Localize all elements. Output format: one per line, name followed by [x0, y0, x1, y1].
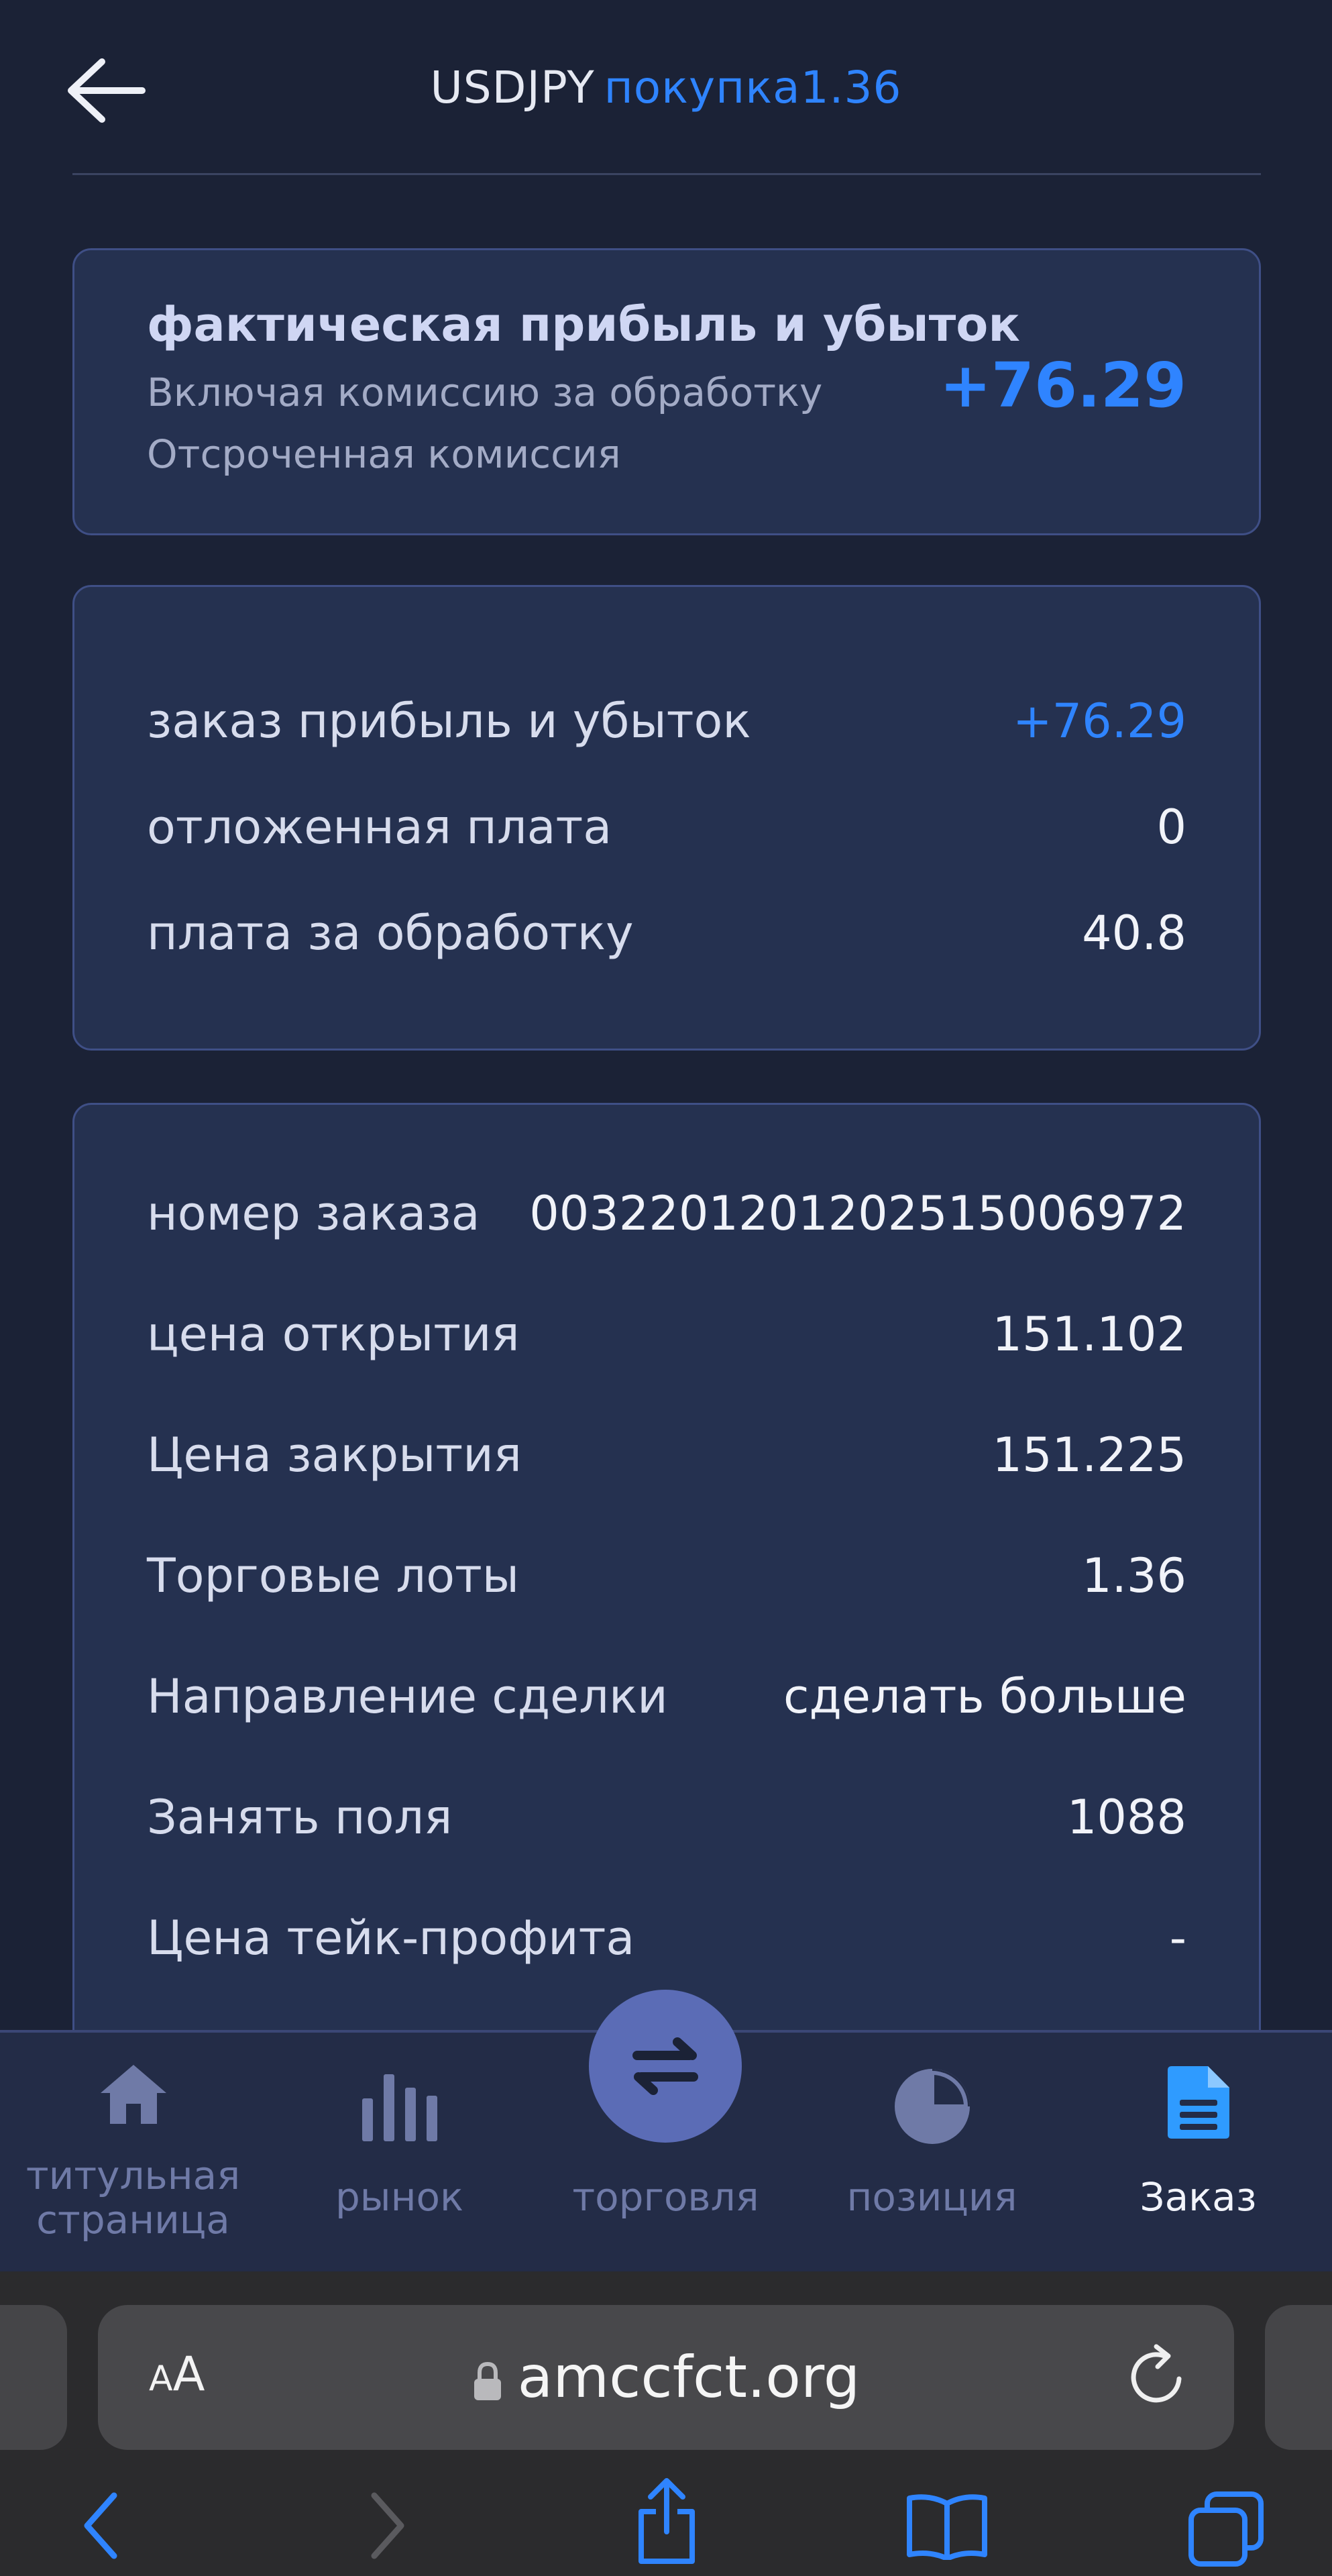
tab-order[interactable]: Заказ	[1065, 2033, 1331, 2274]
processing-fee-row: плата за обработку 40.8	[147, 900, 1186, 967]
take-profit-row: Цена тейк-профита -	[147, 1904, 1186, 1972]
row-value: 0	[1156, 800, 1186, 855]
row-value: 003220120120251500​6972	[529, 1186, 1186, 1241]
row-label: номер заказа	[147, 1186, 480, 1241]
tab-label-order: Заказ	[1140, 2174, 1257, 2220]
browser-nav-row	[0, 2475, 1332, 2576]
document-icon	[1167, 2066, 1229, 2139]
margin-row: Занять поля 1088	[147, 1784, 1186, 1851]
swap-arrows-icon	[632, 2037, 698, 2095]
row-label: Цена тейк-профита	[147, 1911, 635, 1966]
order-pnl-row: заказ прибыль и убыток +76.29	[147, 688, 1186, 755]
page-title: USDJPY покупка1.36	[0, 59, 1332, 117]
header-divider	[72, 173, 1261, 175]
order-details-card: номер заказа 003220120120251500​6972 цен…	[72, 1103, 1261, 2109]
row-label: Направление сделки	[147, 1669, 668, 1724]
pnl-subtitle-deferred: Отсроченная комиссия	[147, 431, 621, 477]
address-bar[interactable]: AA amccfct.org	[98, 2305, 1234, 2450]
row-value: 1088	[1066, 1790, 1186, 1845]
row-label: заказ прибыль и убыток	[147, 694, 751, 749]
fees-card: заказ прибыль и убыток +76.29 отложенная…	[72, 585, 1261, 1051]
lock-icon	[474, 2361, 501, 2400]
previous-tab-preview[interactable]	[0, 2305, 67, 2450]
row-value: 151.225	[992, 1428, 1186, 1483]
trade-direction-row: Направление сделки сделать больше	[147, 1663, 1186, 1730]
tab-market[interactable]: рынок	[266, 2033, 533, 2274]
next-tab-preview[interactable]	[1265, 2305, 1332, 2450]
row-label: плата за обработку	[147, 906, 634, 961]
bar-chart-icon	[362, 2074, 437, 2141]
trade-lots-row: Торговые лоты 1.36	[147, 1542, 1186, 1609]
back-icon[interactable]	[79, 2489, 122, 2563]
deferred-fee-row: отложенная плата 0	[147, 794, 1186, 861]
tab-label-home-1: титульная	[25, 2153, 241, 2198]
url-display[interactable]: amccfct.org	[98, 2344, 1234, 2411]
tab-home[interactable]: титульная страница	[0, 2033, 266, 2274]
trade-direction: покупка	[604, 62, 801, 113]
share-icon[interactable]	[633, 2478, 700, 2565]
order-details-page: USDJPY покупка1.36 фактическая прибыль и …	[0, 0, 1332, 2576]
header: USDJPY покупка1.36	[0, 0, 1332, 176]
row-value: 151.102	[992, 1307, 1186, 1362]
close-price-row: Цена закрытия 151.225	[147, 1421, 1186, 1489]
bookmarks-icon[interactable]	[905, 2493, 989, 2560]
trade-lots: 1.36	[800, 62, 902, 113]
reload-icon[interactable]	[1125, 2341, 1190, 2408]
tab-label-position: позиция	[846, 2174, 1017, 2220]
actual-pnl-card: фактическая прибыль и убыток Включая ком…	[72, 248, 1261, 535]
forward-icon[interactable]	[366, 2489, 409, 2563]
tab-label-home-2: страница	[36, 2197, 230, 2243]
pnl-value: +76.29	[939, 350, 1186, 421]
row-value: 1.36	[1082, 1548, 1186, 1603]
pnl-title: фактическая прибыль и убыток	[147, 297, 1020, 352]
symbol: USDJPY	[430, 62, 595, 113]
pnl-subtitle-fee: Включая комиссию за обработку	[147, 370, 823, 415]
row-value: -	[1169, 1911, 1186, 1966]
url-text: amccfct.org	[517, 2344, 861, 2411]
tab-position[interactable]: позиция	[799, 2033, 1065, 2274]
home-icon	[100, 2065, 166, 2124]
tab-label-market: рынок	[335, 2174, 464, 2220]
row-value: сделать больше	[783, 1669, 1186, 1724]
tab-label-trade: торговля	[572, 2174, 759, 2220]
row-value: 40.8	[1082, 906, 1186, 961]
row-label: цена открытия	[147, 1307, 520, 1362]
row-label: отложенная плата	[147, 800, 612, 855]
tabs-icon[interactable]	[1187, 2490, 1265, 2568]
order-number-row: номер заказа 003220120120251500​6972	[147, 1180, 1186, 1247]
open-price-row: цена открытия 151.102	[147, 1301, 1186, 1368]
trade-action-button[interactable]	[589, 1990, 742, 2143]
row-label: Торговые лоты	[147, 1548, 520, 1603]
row-label: Цена закрытия	[147, 1428, 522, 1483]
row-value: +76.29	[1012, 694, 1186, 749]
row-label: Занять поля	[147, 1790, 453, 1845]
pie-chart-icon	[894, 2069, 970, 2144]
